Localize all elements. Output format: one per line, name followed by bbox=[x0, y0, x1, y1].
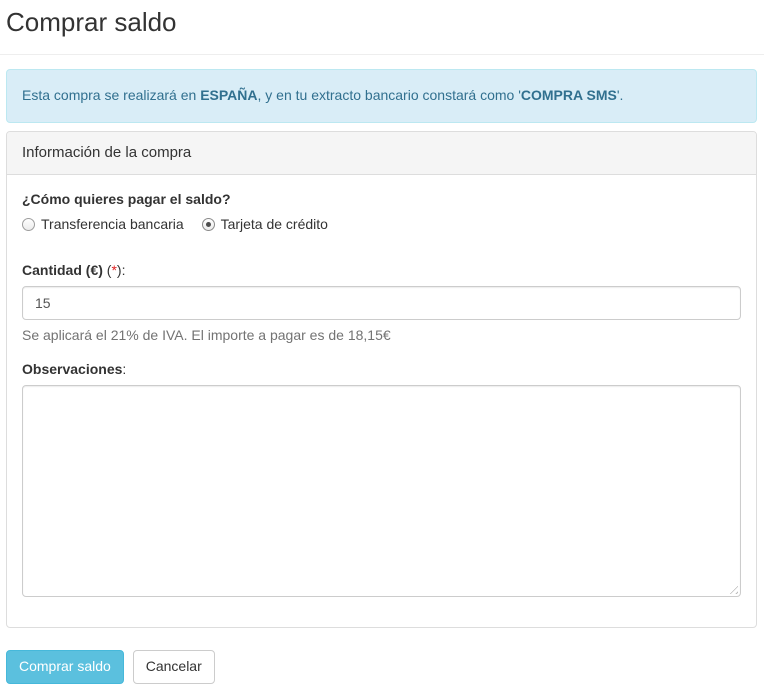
observations-label: Observaciones: bbox=[22, 360, 741, 380]
panel-header: Información de la compra bbox=[7, 132, 756, 174]
payment-method-group: ¿Cómo quieres pagar el saldo? Transferen… bbox=[22, 190, 741, 237]
purchase-info-alert: Esta compra se realizará en ESPAÑA, y en… bbox=[6, 69, 757, 123]
payment-options-row: Transferencia bancaria Tarjeta de crédit… bbox=[22, 214, 741, 237]
observations-group: Observaciones: bbox=[22, 360, 741, 597]
observations-colon: : bbox=[122, 361, 126, 377]
amount-group: Cantidad (€) (*): Se aplicará el 21% de … bbox=[22, 261, 741, 346]
observations-textarea[interactable] bbox=[22, 385, 741, 597]
amount-label: Cantidad (€) (*): bbox=[22, 261, 741, 281]
buy-balance-button[interactable]: Comprar saldo bbox=[6, 650, 124, 684]
radio-option-label: Transferencia bancaria bbox=[41, 215, 184, 235]
alert-text-suffix: '. bbox=[617, 87, 624, 103]
panel-body: ¿Cómo quieres pagar el saldo? Transferen… bbox=[7, 175, 756, 627]
radio-option-label: Tarjeta de crédito bbox=[221, 215, 328, 235]
title-divider bbox=[0, 54, 764, 55]
purchase-page: Comprar saldo Esta compra se realizará e… bbox=[0, 0, 764, 684]
vat-help-text: Se aplicará el 21% de IVA. El importe a … bbox=[22, 326, 741, 346]
panel-title: Información de la compra bbox=[22, 144, 191, 161]
radio-unchecked-icon[interactable] bbox=[22, 218, 35, 231]
radio-option-tarjeta[interactable]: Tarjeta de crédito bbox=[202, 215, 328, 235]
page-title: Comprar saldo bbox=[6, 0, 757, 41]
amount-label-text: Cantidad (€) bbox=[22, 262, 103, 278]
alert-country: ESPAÑA bbox=[200, 87, 257, 103]
alert-statement: COMPRA SMS bbox=[521, 87, 617, 103]
observations-label-text: Observaciones bbox=[22, 361, 122, 377]
form-actions: Comprar saldo Cancelar bbox=[6, 650, 757, 684]
amount-input[interactable] bbox=[22, 286, 741, 320]
observations-textarea-wrap bbox=[22, 385, 741, 597]
radio-option-transferencia[interactable]: Transferencia bancaria bbox=[22, 215, 184, 235]
required-close-paren: ): bbox=[117, 262, 126, 278]
payment-question-label: ¿Cómo quieres pagar el saldo? bbox=[22, 190, 741, 210]
alert-text-middle: , y en tu extracto bancario constará com… bbox=[258, 87, 521, 103]
alert-text-prefix: Esta compra se realizará en bbox=[22, 87, 200, 103]
radio-checked-icon[interactable] bbox=[202, 218, 215, 231]
purchase-info-panel: Información de la compra ¿Cómo quieres p… bbox=[6, 131, 757, 628]
cancel-button[interactable]: Cancelar bbox=[133, 650, 215, 684]
